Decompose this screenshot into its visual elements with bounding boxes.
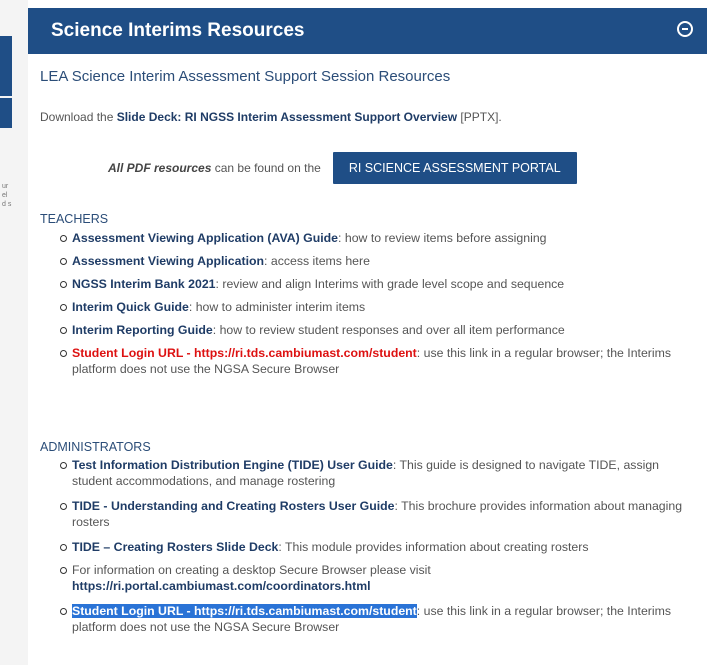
list-item: Assessment Viewing Application (AVA) Gui… [60, 230, 685, 253]
student-login-link-selected[interactable]: Student Login URL - https://ri.tds.cambi… [72, 604, 417, 618]
list-item: Test Information Distribution Engine (TI… [60, 457, 685, 498]
download-line: Download the Slide Deck: RI NGSS Interim… [40, 110, 502, 124]
bullet-icon [60, 567, 67, 574]
administrators-list: Test Information Distribution Engine (TI… [60, 457, 685, 635]
left-ghost-text: d s [2, 201, 12, 208]
bullet-icon [60, 304, 67, 311]
bullet-icon [60, 462, 67, 469]
item-text: : how to review student responses and ov… [212, 323, 565, 337]
item-text: : how to review items before assigning [338, 231, 547, 245]
list-item: Assessment Viewing Application: access i… [60, 253, 685, 276]
item-link[interactable]: NGSS Interim Bank 2021 [72, 277, 216, 291]
item-link[interactable]: Test Information Distribution Engine (TI… [72, 458, 393, 472]
administrators-heading: ADMINISTRATORS [40, 440, 151, 454]
portal-text: All PDF resources can be found on the [108, 161, 321, 175]
list-item: TIDE – Creating Rosters Slide Deck: This… [60, 539, 685, 562]
list-item: Student Login URL - https://ri.tds.cambi… [60, 603, 685, 635]
item-link[interactable]: TIDE - Understanding and Creating Roster… [72, 499, 395, 513]
download-suffix: [PPTX]. [457, 110, 502, 124]
bullet-icon [60, 544, 67, 551]
item-link[interactable]: Assessment Viewing Application [72, 254, 264, 268]
bullet-icon [60, 327, 67, 334]
slide-deck-link[interactable]: Slide Deck: RI NGSS Interim Assessment S… [117, 110, 457, 124]
item-link[interactable]: https://ri.portal.cambiumast.com/coordin… [72, 579, 371, 593]
item-text: : how to administer interim items [188, 300, 366, 314]
resources-panel: Science Interims Resources LEA Science I… [28, 8, 707, 665]
list-item: Student Login URL - https://ri.tds.cambi… [60, 345, 685, 377]
left-sidebar-fragment: ur el d s [0, 0, 28, 665]
science-portal-button[interactable]: RI SCIENCE ASSESSMENT PORTAL [332, 152, 577, 184]
list-item: Interim Reporting Guide: how to review s… [60, 322, 685, 345]
list-item: For information on creating a desktop Se… [60, 562, 685, 603]
bullet-icon [60, 350, 67, 357]
left-ghost-text: ur [2, 183, 9, 190]
student-login-link[interactable]: Student Login URL - https://ri.tds.cambi… [72, 346, 417, 360]
bullet-icon [60, 608, 67, 615]
section-subtitle: LEA Science Interim Assessment Support S… [40, 68, 451, 85]
teachers-heading: TEACHERS [40, 212, 109, 226]
item-link[interactable]: Interim Quick Guide [72, 300, 189, 314]
portal-plain: can be found on the [211, 161, 321, 175]
left-nav-bar [0, 36, 12, 128]
bullet-icon [60, 258, 67, 265]
bullet-icon [60, 503, 67, 510]
list-item: TIDE - Understanding and Creating Roster… [60, 498, 685, 539]
left-nav-divider [0, 96, 12, 98]
item-text: For information on creating a desktop Se… [72, 563, 431, 577]
download-prefix: Download the [40, 110, 117, 124]
bullet-icon [60, 281, 67, 288]
panel-title: Science Interims Resources [51, 20, 305, 41]
panel-header[interactable]: Science Interims Resources [28, 8, 707, 54]
collapse-minus-icon[interactable] [677, 21, 693, 37]
list-item: NGSS Interim Bank 2021: review and align… [60, 276, 685, 299]
item-text: : access items here [264, 254, 370, 268]
portal-italic: All PDF resources [108, 161, 212, 175]
list-item: Interim Quick Guide: how to administer i… [60, 299, 685, 322]
item-text: : review and align Interims with grade l… [215, 277, 565, 291]
portal-row: All PDF resources can be found on the RI… [108, 152, 577, 184]
teachers-list: Assessment Viewing Application (AVA) Gui… [60, 230, 685, 377]
item-text: : This module provides information about… [278, 540, 589, 554]
item-link[interactable]: Interim Reporting Guide [72, 323, 213, 337]
left-ghost-text: el [2, 192, 8, 199]
item-link[interactable]: TIDE – Creating Rosters Slide Deck [72, 540, 278, 554]
item-link[interactable]: Assessment Viewing Application (AVA) Gui… [72, 231, 338, 245]
bullet-icon [60, 235, 67, 242]
